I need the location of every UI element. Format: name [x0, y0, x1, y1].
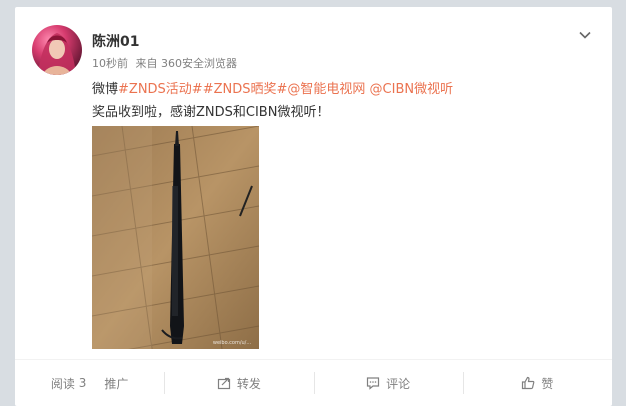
read-label: 阅读 [50, 376, 75, 391]
weibo-post-card: 陈洲01 10秒前 来自 360安全浏览器 微博#ZNDS活动##ZNDS晒奖#… [15, 7, 612, 406]
post-source: 来自 360安全浏览器 [135, 57, 238, 70]
username[interactable]: 陈洲01 [92, 31, 139, 51]
avatar[interactable] [32, 25, 82, 75]
post-body: 奖品收到啦，感谢ZNDS和CIBN微视听！ [92, 105, 330, 120]
comment-icon [366, 376, 380, 390]
mention-cibn[interactable]: @CIBN微视听 [370, 82, 454, 97]
post-meta: 10秒前 来自 360安全浏览器 [92, 55, 241, 71]
comment-button[interactable]: 评论 [313, 372, 463, 394]
forward-button[interactable]: 转发 [164, 372, 313, 394]
chevron-down-icon[interactable] [578, 27, 592, 41]
thumbs-up-icon [521, 376, 535, 390]
action-bar: 阅读 3 推广 转发 评论 赞 [15, 360, 612, 406]
post-text-prefix: 微博 [92, 82, 119, 97]
read-number: 3 [78, 376, 87, 390]
tag-znds-prize[interactable]: #ZNDS晒奖# [203, 82, 288, 97]
comment-label: 评论 [386, 376, 411, 391]
tag-znds-activity[interactable]: #ZNDS活动# [118, 82, 203, 97]
post-tags-line: 微博#ZNDS活动##ZNDS晒奖#@智能电视网 @CIBN微视听 [92, 78, 453, 97]
mention-smart-tv[interactable]: @智能电视网 [287, 82, 365, 97]
promote-button[interactable]: 推广 [104, 375, 128, 392]
forward-label: 转发 [236, 376, 261, 391]
post-time[interactable]: 10秒前 [92, 57, 128, 70]
read-count: 阅读 3 推广 [15, 372, 164, 394]
forward-icon [217, 376, 231, 390]
post-photo[interactable]: weibo.com/u/... [92, 126, 259, 349]
like-label: 赞 [541, 376, 554, 391]
like-button[interactable]: 赞 [462, 372, 612, 394]
photo-watermark: weibo.com/u/... [213, 340, 252, 346]
